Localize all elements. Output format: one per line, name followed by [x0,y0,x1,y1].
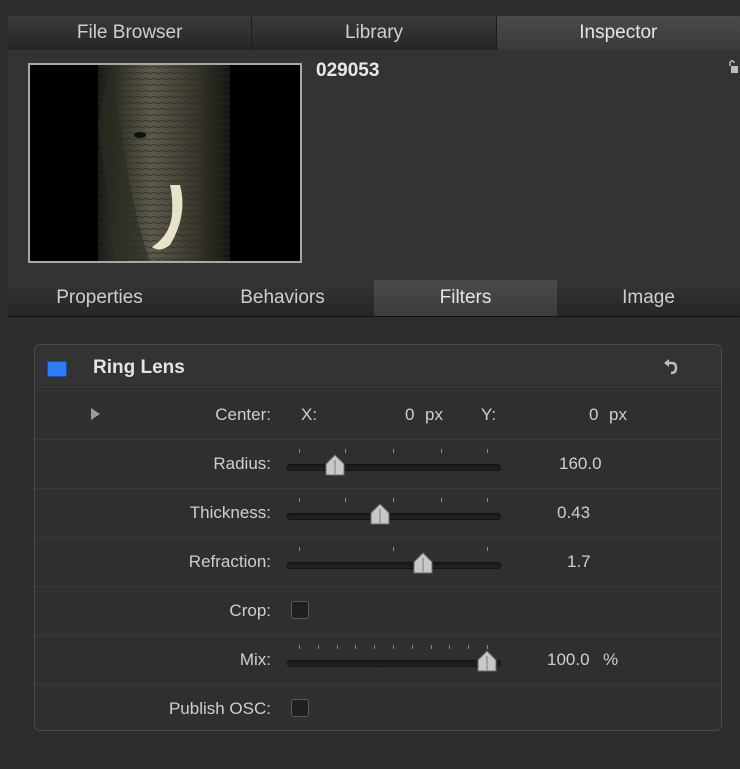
radius-label: Radius: [213,454,271,473]
slider-tick [487,449,488,453]
disclosure-triangle-icon[interactable] [91,408,100,420]
tab-image[interactable]: Image [557,280,740,316]
elephant-photo-icon [30,65,300,261]
slider-tick [441,449,442,453]
center-y-label: Y: [481,405,497,424]
tab-filters[interactable]: Filters [374,280,557,316]
thickness-slider[interactable] [287,489,501,537]
mix-row: Mix: 100.0 % [35,635,721,684]
slider-tick [355,645,356,649]
slider-track [287,562,501,569]
slider-tick [345,449,346,453]
center-y-unit: px [609,405,627,424]
slider-tick [412,645,413,649]
center-row: Center: X: 0 px Y: 0 px [35,390,721,439]
mix-slider[interactable] [287,636,501,684]
publish-osc-row: Publish OSC: [35,684,721,730]
center-x-unit: px [425,405,443,424]
clip-thumbnail [28,63,302,263]
slider-tick [337,645,338,649]
mix-label: Mix: [239,650,271,669]
filter-name: Ring Lens [93,357,185,378]
thickness-row: Thickness: 0.43 [35,488,721,537]
slider-tick [345,498,346,502]
tab-behaviors[interactable]: Behaviors [191,280,374,316]
mix-unit: % [603,650,619,669]
slider-tick [299,645,300,649]
center-x-label: X: [301,405,318,424]
slider-tick [487,645,488,649]
thickness-label: Thickness: [189,503,271,522]
radius-value[interactable]: 160.0 [559,454,602,474]
slider-knob[interactable] [325,454,345,476]
filter-header: Ring Lens [35,345,721,390]
refraction-label: Refraction: [188,552,271,571]
slider-tick [393,547,394,551]
tab-file-browser[interactable]: File Browser [8,16,253,50]
filter-enable-checkbox[interactable] [47,361,67,377]
slider-tick [374,645,375,649]
mix-value[interactable]: 100.0 [547,650,590,670]
center-x-value[interactable]: 0 [405,405,414,425]
slider-track [287,513,501,520]
center-label: Center: [215,405,271,424]
refraction-value[interactable]: 1.7 [567,552,591,572]
inspector-sub-tab-bar: Properties Behaviors Filters Image [8,280,740,317]
clip-name: 029053 [316,60,380,81]
slider-tick [393,645,394,649]
slider-tick [299,547,300,551]
slider-knob[interactable] [477,650,497,672]
slider-tick [299,498,300,502]
slider-tick [318,645,319,649]
slider-tick [299,449,300,453]
radius-row: Radius: 160.0 [35,439,721,488]
crop-row: Crop: [35,586,721,635]
slider-tick [393,449,394,453]
top-tab-bar: File Browser Library Inspector [8,16,740,51]
slider-tick [449,645,450,649]
thickness-value[interactable]: 0.43 [557,503,590,523]
slider-tick [441,498,442,502]
tab-library[interactable]: Library [252,16,497,50]
slider-tick [468,645,469,649]
slider-knob[interactable] [413,552,433,574]
slider-tick [487,547,488,551]
slider-knob[interactable] [370,503,390,525]
preview-area: 029053 [8,50,740,280]
crop-label: Crop: [229,601,271,620]
unlocked-lock-icon[interactable] [728,60,738,74]
reset-arrow-icon[interactable] [661,358,679,376]
tab-inspector[interactable]: Inspector [496,16,740,50]
filters-content: Ring Lens Center: X: 0 px Y: 0 px Radius… [8,317,740,769]
inspector-window: File Browser Library Inspector 029053 Pr… [0,0,740,769]
radius-slider[interactable] [287,440,501,488]
slider-track [287,660,501,667]
ring-lens-filter-panel: Ring Lens Center: X: 0 px Y: 0 px Radius… [34,344,722,731]
center-y-value[interactable]: 0 [589,405,598,425]
slider-track [287,464,501,471]
tab-properties[interactable]: Properties [8,280,191,316]
crop-checkbox[interactable] [291,601,309,619]
slider-tick [487,498,488,502]
publish-osc-label: Publish OSC: [168,699,271,718]
refraction-row: Refraction: 1.7 [35,537,721,586]
publish-osc-checkbox[interactable] [291,699,309,717]
slider-tick [393,498,394,502]
slider-tick [431,645,432,649]
refraction-slider[interactable] [287,538,501,586]
